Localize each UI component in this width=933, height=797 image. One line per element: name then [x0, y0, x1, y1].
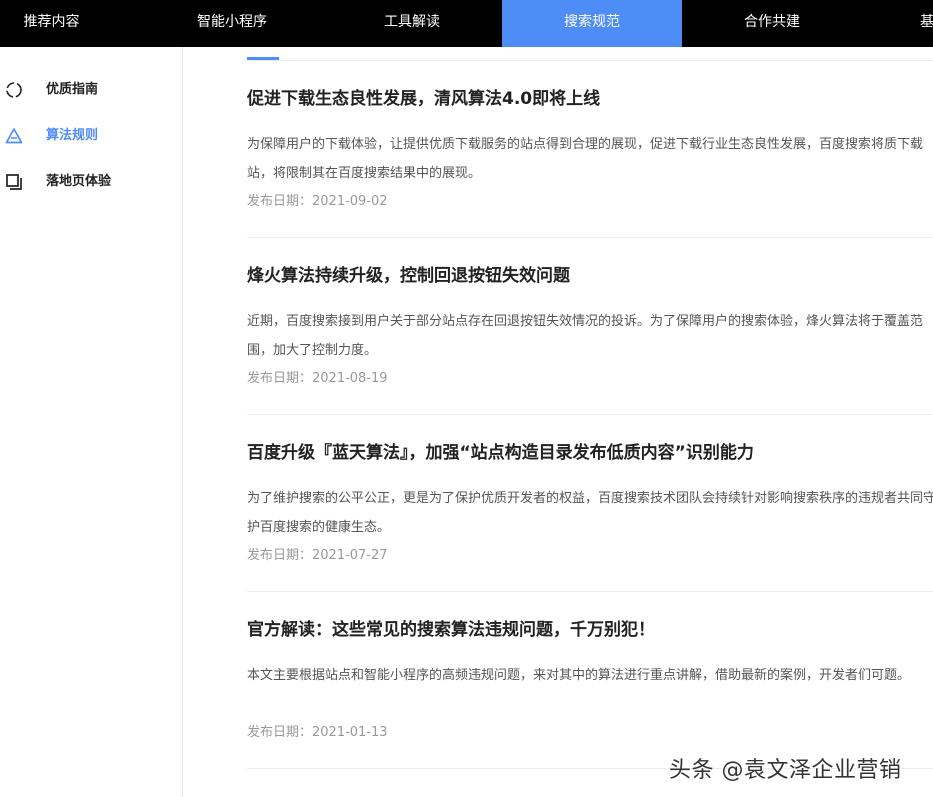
- article-title[interactable]: 百度升级『蓝天算法』，加强“站点构造目录发布低质内容”识别能力: [247, 441, 933, 465]
- list-item: 官方解读：这些常见的搜索算法违规问题，千万别犯！ 本文主要根据站点和智能小程序的…: [247, 618, 933, 742]
- triangle-icon: [5, 127, 23, 145]
- divider: [247, 237, 933, 238]
- article-date: 发布日期：2021-07-27: [247, 548, 388, 563]
- tab-search-rules[interactable]: 搜索规范: [502, 0, 682, 47]
- article-summary: 为了维护搜索的公平公正，更是为了保护优质开发者的权益，百度搜索技术团队会持续针对…: [247, 491, 933, 535]
- sidebar-item-label: 算法规则: [46, 128, 99, 143]
- watermark: 头条 @袁文泽企业营销: [669, 758, 902, 783]
- copy-icon: [5, 173, 23, 191]
- tab-recommended[interactable]: 推荐内容: [0, 0, 103, 47]
- list-item: 烽火算法持续升级，控制回退按钮失效问题 近期，百度搜索接到用户关于部分站点存在回…: [247, 264, 933, 388]
- circle-loading-icon: [5, 81, 23, 99]
- article-title[interactable]: 烽火算法持续升级，控制回退按钮失效问题: [247, 264, 933, 288]
- sidebar-item-label: 优质指南: [46, 82, 99, 97]
- article-summary: 本文主要根据站点和智能小程序的高频违规问题，来对其中的算法进行重点讲解，借助最新…: [247, 668, 911, 683]
- article-summary: 为保障用户的下载体验，让提供优质下载服务的站点得到合理的展现，促进下载行业生态良…: [247, 137, 924, 181]
- sidebar-item-label: 落地页体验: [46, 174, 112, 189]
- top-nav: 推荐内容 智能小程序 工具解读 搜索规范 合作共建 基: [0, 0, 933, 47]
- sidebar-item-landing-page[interactable]: 落地页体验: [0, 167, 183, 197]
- article-title[interactable]: 促进下载生态良性发展，清风算法4.0即将上线: [247, 87, 933, 111]
- tab-tools[interactable]: 工具解读: [322, 0, 502, 47]
- article-summary: 近期，百度搜索接到用户关于部分站点存在回退按钮失效情况的投诉。为了保障用户的搜索…: [247, 314, 924, 358]
- article-title[interactable]: 官方解读：这些常见的搜索算法违规问题，千万别犯！: [247, 618, 933, 642]
- article-list: 促进下载生态良性发展，清风算法4.0即将上线 为保障用户的下载体验，让提供优质下…: [183, 47, 933, 797]
- article-date: 发布日期：2021-01-13: [247, 725, 388, 740]
- tab-smart-miniprogram[interactable]: 智能小程序: [142, 0, 322, 47]
- sidebar-item-algorithm-rules[interactable]: 算法规则: [0, 121, 183, 151]
- sidebar: 优质指南 算法规则 落地页体验: [0, 47, 183, 797]
- article-date: 发布日期：2021-09-02: [247, 194, 388, 209]
- tab-cooperation[interactable]: 合作共建: [682, 0, 862, 47]
- sidebar-item-quality-guide[interactable]: 优质指南: [0, 75, 183, 105]
- list-item: 百度升级『蓝天算法』，加强“站点构造目录发布低质内容”识别能力 为了维护搜索的公…: [247, 441, 933, 565]
- divider: [247, 60, 933, 61]
- tab-more[interactable]: 基: [920, 0, 933, 47]
- divider: [247, 414, 933, 415]
- divider: [247, 591, 933, 592]
- list-item: 促进下载生态良性发展，清风算法4.0即将上线 为保障用户的下载体验，让提供优质下…: [247, 87, 933, 211]
- article-date: 发布日期：2021-08-19: [247, 371, 388, 386]
